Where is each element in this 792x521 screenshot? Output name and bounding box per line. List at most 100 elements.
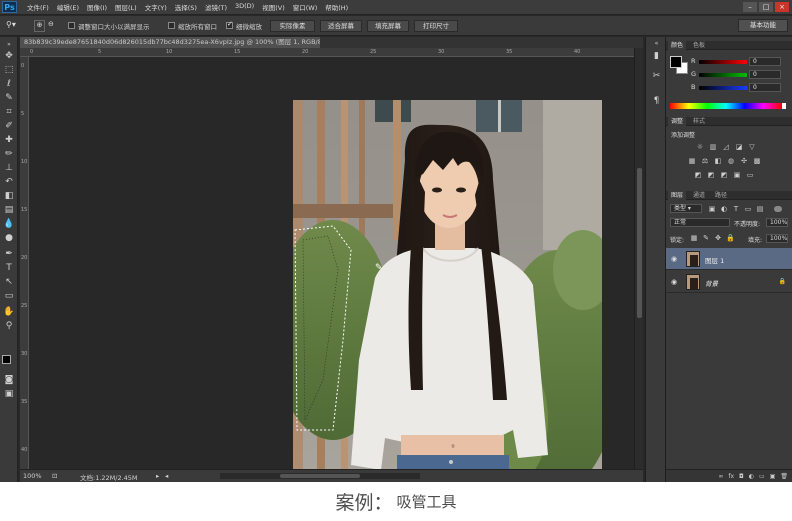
type-tool-icon[interactable]: T [3,263,15,274]
print-size-button[interactable]: 打印尺寸 [414,20,458,32]
tab-paths[interactable]: 路径 [712,191,730,200]
zoom-in-icon[interactable]: ⊕ [34,20,45,32]
move-tool-icon[interactable]: ✥ [3,51,15,62]
filter-pixel-icon[interactable]: ▣ [708,205,716,213]
clone-stamp-icon[interactable]: ⊥ [3,163,15,174]
zoom-all-checkbox[interactable] [168,22,175,29]
tools-preset-icon[interactable]: ✂ [650,70,663,82]
gradient-tool-icon[interactable]: ▤ [3,205,15,216]
zoom-level[interactable]: 100% [23,472,42,480]
lock-position-icon[interactable]: ✥ [714,234,722,242]
share-icon[interactable]: ⊡ [52,472,57,480]
menu-item[interactable]: 视图(V) [258,2,289,12]
tab-channels[interactable]: 通道 [690,191,708,200]
filter-shape-icon[interactable]: ▭ [744,205,752,213]
crop-tool-icon[interactable]: ⌗ [3,107,15,118]
blend-mode-select[interactable]: 正常 [670,218,730,227]
channel-b-slider[interactable] [699,86,747,90]
channel-g-value[interactable]: 0 [749,70,781,79]
minimize-button[interactable]: – [743,2,757,12]
status-menu-arrow-icon[interactable]: ▸ [156,472,159,480]
spectrum-white-swatch[interactable] [782,103,786,109]
fill-field[interactable]: 100% [766,234,788,243]
lock-pixels-icon[interactable]: ✎ [702,234,710,242]
zoom-out-icon[interactable]: ⊖ [48,20,54,32]
pen-tool-icon[interactable]: ✒ [3,249,15,260]
lasso-tool-icon[interactable]: ℓ [3,79,15,90]
healing-brush-icon[interactable]: ✚ [3,135,15,146]
layer-filter-kind[interactable]: 类型 ▾ [670,204,702,213]
zoom-tool-icon[interactable]: ⚲ [3,321,15,332]
lock-all-icon[interactable]: 🔒 [726,234,735,242]
paragraph-panel-icon[interactable]: ¶ [650,95,663,107]
quick-mask-icon[interactable]: ◙ [3,375,15,386]
dock-collapse-icon[interactable]: « [650,38,663,50]
vibrance-icon[interactable]: ▽ [748,143,756,151]
link-layers-icon[interactable]: ∞ [718,473,723,480]
toolbar-collapse-icon[interactable]: » [3,39,15,50]
canvas-area[interactable]: ✎ [30,57,634,469]
gradient-map-icon[interactable]: ▭ [746,171,754,179]
fit-screen-button[interactable]: 适合屏幕 [320,20,362,32]
exposure-icon[interactable]: ◪ [735,143,743,151]
color-balance-icon[interactable]: ⚖ [701,157,709,165]
layer-row-layer1[interactable]: ◉ 图层 1 [666,248,792,270]
color-lookup-icon[interactable]: ▩ [753,157,761,165]
hue-saturation-icon[interactable]: ▦ [688,157,696,165]
layer-mask-icon[interactable]: ◘ [739,473,744,480]
black-white-icon[interactable]: ◧ [714,157,722,165]
new-group-icon[interactable]: ▭ [759,473,765,480]
levels-icon[interactable]: ▥ [709,143,717,151]
menu-item[interactable]: 窗口(W) [289,2,322,12]
quick-select-tool-icon[interactable]: ✎ [3,93,15,104]
screen-mode-icon[interactable]: ▣ [3,389,15,400]
menu-item[interactable]: 文件(F) [23,2,53,12]
filter-smart-icon[interactable]: ▤ [756,205,764,213]
tab-adjustments[interactable]: 调整 [668,117,687,126]
color-spectrum-bar[interactable] [670,103,782,109]
filter-toggle[interactable] [774,206,782,212]
eraser-tool-icon[interactable]: ◧ [3,191,15,202]
threshold-icon[interactable]: ◩ [720,171,728,179]
document-image[interactable] [293,100,602,469]
close-button[interactable]: × [775,2,789,12]
menu-item[interactable]: 图层(L) [111,2,141,12]
menu-item[interactable]: 编辑(E) [53,2,83,12]
opacity-field[interactable]: 100% [766,218,788,227]
menu-item[interactable]: 选择(S) [171,2,201,12]
vertical-scroll-thumb[interactable] [637,168,642,318]
scrubby-zoom-checkbox[interactable] [226,20,233,29]
menu-item[interactable]: 帮助(H) [321,2,352,12]
horizontal-scrollbar[interactable] [220,473,420,479]
maximize-button[interactable]: □ [759,2,773,12]
workspace-switcher[interactable]: 基本功能 [738,19,788,32]
hand-tool-icon[interactable]: ✋ [3,307,15,318]
brightness-icon[interactable]: ☼ [696,143,704,151]
eye-icon[interactable]: ◉ [671,255,677,263]
marquee-tool-icon[interactable]: ⬚ [3,65,15,76]
invert-icon[interactable]: ◩ [694,171,702,179]
eye-icon[interactable]: ◉ [671,278,677,286]
layer-name[interactable]: 图层 1 [705,255,724,265]
actual-pixels-button[interactable]: 实际像素 [270,20,315,32]
path-select-icon[interactable]: ↖ [3,277,15,288]
new-layer-icon[interactable]: ▣ [770,473,776,480]
history-brush-icon[interactable]: ↶ [3,177,15,188]
eyedropper-tool-icon[interactable]: ✐ [3,121,15,132]
menu-item[interactable]: 图像(I) [83,2,111,12]
layer-style-icon[interactable]: fx [728,473,734,480]
panel-foreground-swatch[interactable] [670,56,682,68]
history-panel-icon[interactable]: ▮ [650,50,663,62]
dodge-tool-icon[interactable]: ● [3,233,15,244]
curves-icon[interactable]: ◿ [722,143,730,151]
shape-tool-icon[interactable]: ▭ [3,291,15,302]
zoom-tool-icon[interactable]: ⚲▾ [6,20,16,32]
resize-windows-checkbox[interactable] [68,22,75,29]
menu-item[interactable]: 滤镜(T) [201,2,231,12]
tab-color[interactable]: 颜色 [668,41,687,50]
adjustment-layer-icon[interactable]: ◐ [749,473,754,480]
channel-r-value[interactable]: 0 [749,57,781,66]
tab-swatches[interactable]: 色板 [690,41,708,50]
blur-tool-icon[interactable]: 💧 [3,219,15,230]
scroll-left-icon[interactable]: ◂ [165,472,168,480]
